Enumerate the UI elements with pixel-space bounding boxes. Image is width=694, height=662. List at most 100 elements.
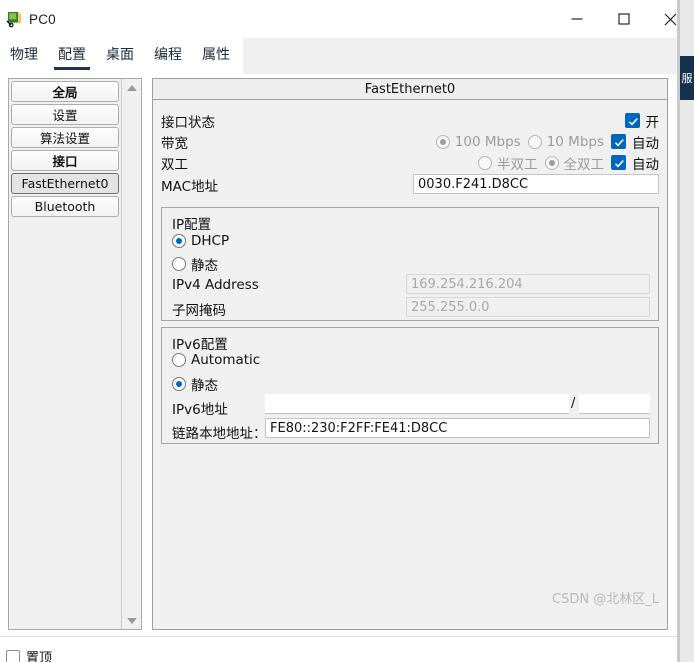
sidebar-item-interfaces[interactable]: 接口 [11, 150, 119, 171]
pc-config-window: PC0 物理 配置 桌面 编程 属性 全局 设置 算法设置 接口 FastEth… [0, 0, 694, 662]
edge-dock-tab[interactable]: 服 [680, 56, 694, 100]
port-status-on-checkbox[interactable] [624, 113, 640, 128]
tab-physical-label: 物理 [10, 47, 38, 63]
duplex-full-radio[interactable] [544, 155, 559, 170]
tab-programming[interactable]: 编程 [144, 38, 192, 74]
duplex-controls: 半双工 全双工 自动 [478, 152, 659, 173]
tab-desktop[interactable]: 桌面 [96, 38, 144, 74]
ipv4-address-field[interactable]: 169.254.216.204 [406, 274, 650, 294]
ipv6-prefix-field[interactable] [579, 394, 650, 414]
interface-settings: 接口状态 开 带宽 100 Mbps 10 Mbps 自动 双工 半双工 全双工… [153, 100, 667, 196]
ipv6-prefix-separator: / [571, 396, 576, 411]
duplex-half-label: 半双工 [497, 156, 538, 173]
sidebar-item-global-label: 全局 [52, 85, 78, 100]
port-status-on-label: 开 [645, 114, 660, 131]
scrollbar-track[interactable] [122, 96, 141, 612]
mac-address-field[interactable]: 0030.F241.D8CC [413, 174, 659, 194]
static-ipv4-label: 静态 [191, 258, 218, 274]
window-title: PC0 [29, 11, 56, 27]
window-controls [553, 0, 694, 38]
ipv6-address-field[interactable] [265, 394, 569, 414]
tab-strip: 物理 配置 桌面 编程 属性 [0, 38, 694, 74]
link-local-address-label: 链路本地地址： [172, 426, 267, 442]
sidebar-scrollbar[interactable] [122, 79, 141, 629]
edge-dock-tab-label: 服 [681, 72, 693, 85]
duplex-half-radio[interactable] [478, 155, 492, 170]
bandwidth-10mbps-radio[interactable] [527, 134, 542, 149]
title-bar: PC0 [0, 0, 694, 38]
ipv4-address-label: IPv4 Address [172, 277, 259, 293]
duplex-full-label: 全双工 [563, 156, 605, 173]
ipv6-automatic-radio[interactable] [172, 353, 186, 367]
bandwidth-auto-checkbox[interactable] [611, 134, 626, 149]
interface-panel: FastEthernet0 接口状态 开 带宽 100 Mbps 10 Mbps… [152, 78, 668, 630]
panel-title: FastEthernet0 [153, 79, 667, 100]
sidebar-item-global[interactable]: 全局 [11, 81, 119, 102]
duplex-row: 双工 半双工 全双工 自动 [161, 152, 659, 173]
dhcp-label: DHCP [191, 233, 230, 249]
static-ipv4-option[interactable]: 静态 [172, 254, 225, 274]
sidebar-item-fastethernet0[interactable]: FastEthernet0 [11, 173, 119, 194]
bandwidth-100mbps-radio[interactable] [435, 134, 450, 149]
sidebar-item-algorithm-settings-label: 算法设置 [39, 131, 90, 146]
ipv6-config-legend: IPv6配置 [172, 337, 228, 353]
subnet-mask-field[interactable]: 255.255.0.0 [406, 297, 650, 317]
mac-address-label: MAC地址 [161, 178, 219, 195]
ipv6-static-radio[interactable] [172, 377, 186, 391]
ipv6-automatic-option[interactable]: Automatic [172, 352, 267, 368]
ipv6-automatic-label: Automatic [191, 352, 261, 368]
bandwidth-controls: 100 Mbps 10 Mbps 自动 [435, 131, 659, 152]
sidebar-item-fastethernet0-label: FastEthernet0 [21, 176, 109, 191]
watermark: CSDN @北林区_L [552, 592, 659, 607]
ipv6-static-option[interactable]: 静态 [172, 374, 225, 394]
pc-device-icon [5, 10, 23, 28]
bandwidth-10mbps-label: 10 Mbps [546, 133, 604, 150]
subnet-mask-label: 子网掩码 [172, 303, 226, 319]
always-on-top-option[interactable]: 置顶 [6, 647, 52, 662]
bandwidth-label: 带宽 [161, 135, 188, 152]
scroll-up-arrow-icon[interactable] [122, 79, 141, 96]
dhcp-option[interactable]: DHCP [172, 233, 236, 249]
tab-desktop-label: 桌面 [106, 47, 134, 63]
sidebar: 全局 设置 算法设置 接口 FastEthernet0 Bluetooth [8, 78, 142, 630]
link-local-address-field[interactable]: FE80::230:F2FF:FE41:D8CC [265, 418, 650, 438]
duplex-label: 双工 [161, 156, 188, 173]
tab-config[interactable]: 配置 [48, 38, 96, 74]
always-on-top-checkbox[interactable] [6, 649, 20, 662]
config-content: 全局 设置 算法设置 接口 FastEthernet0 Bluetooth Fa… [0, 74, 694, 636]
sidebar-item-settings[interactable]: 设置 [11, 104, 119, 125]
ipv6-config-group: IPv6配置 Automatic 静态 IPv6地址 / 链路本地地址： FE8… [161, 327, 659, 444]
static-ipv4-radio[interactable] [172, 257, 186, 271]
minimize-button[interactable] [553, 0, 600, 38]
sidebar-item-bluetooth[interactable]: Bluetooth [11, 196, 119, 217]
sidebar-list: 全局 设置 算法设置 接口 FastEthernet0 Bluetooth [9, 79, 122, 629]
ip-config-group: IP配置 DHCP 静态 IPv4 Address 169.254.216.20… [161, 207, 659, 321]
sidebar-item-interfaces-label: 接口 [52, 154, 78, 169]
port-status-row: 接口状态 开 [161, 110, 659, 131]
tab-programming-label: 编程 [154, 47, 182, 63]
tab-physical[interactable]: 物理 [0, 38, 48, 74]
active-tab-underline [54, 67, 90, 70]
ip-config-legend: IP配置 [172, 217, 212, 233]
scroll-down-arrow-icon[interactable] [122, 612, 141, 629]
maximize-button[interactable] [600, 0, 647, 38]
bandwidth-auto-label: 自动 [632, 135, 659, 152]
dhcp-radio[interactable] [172, 234, 186, 248]
bandwidth-100mbps-label: 100 Mbps [454, 133, 521, 150]
ipv6-static-label: 静态 [191, 378, 218, 394]
duplex-auto-checkbox[interactable] [611, 155, 626, 170]
tab-attributes-label: 属性 [202, 47, 230, 63]
bandwidth-row: 带宽 100 Mbps 10 Mbps 自动 [161, 131, 659, 152]
bottom-bar: 置顶 [0, 636, 694, 662]
always-on-top-label: 置顶 [26, 651, 53, 662]
port-status-label: 接口状态 [161, 114, 215, 131]
ipv6-address-label: IPv6地址 [172, 402, 228, 418]
mac-address-row: MAC地址 0030.F241.D8CC [161, 173, 659, 196]
sidebar-item-algorithm-settings[interactable]: 算法设置 [11, 127, 119, 148]
tab-attributes[interactable]: 属性 [192, 38, 240, 74]
port-status-controls: 开 [624, 110, 660, 131]
tab-config-label: 配置 [58, 47, 86, 63]
sidebar-item-settings-label: 设置 [52, 108, 78, 123]
duplex-auto-label: 自动 [632, 156, 659, 173]
sidebar-item-bluetooth-label: Bluetooth [34, 199, 96, 214]
